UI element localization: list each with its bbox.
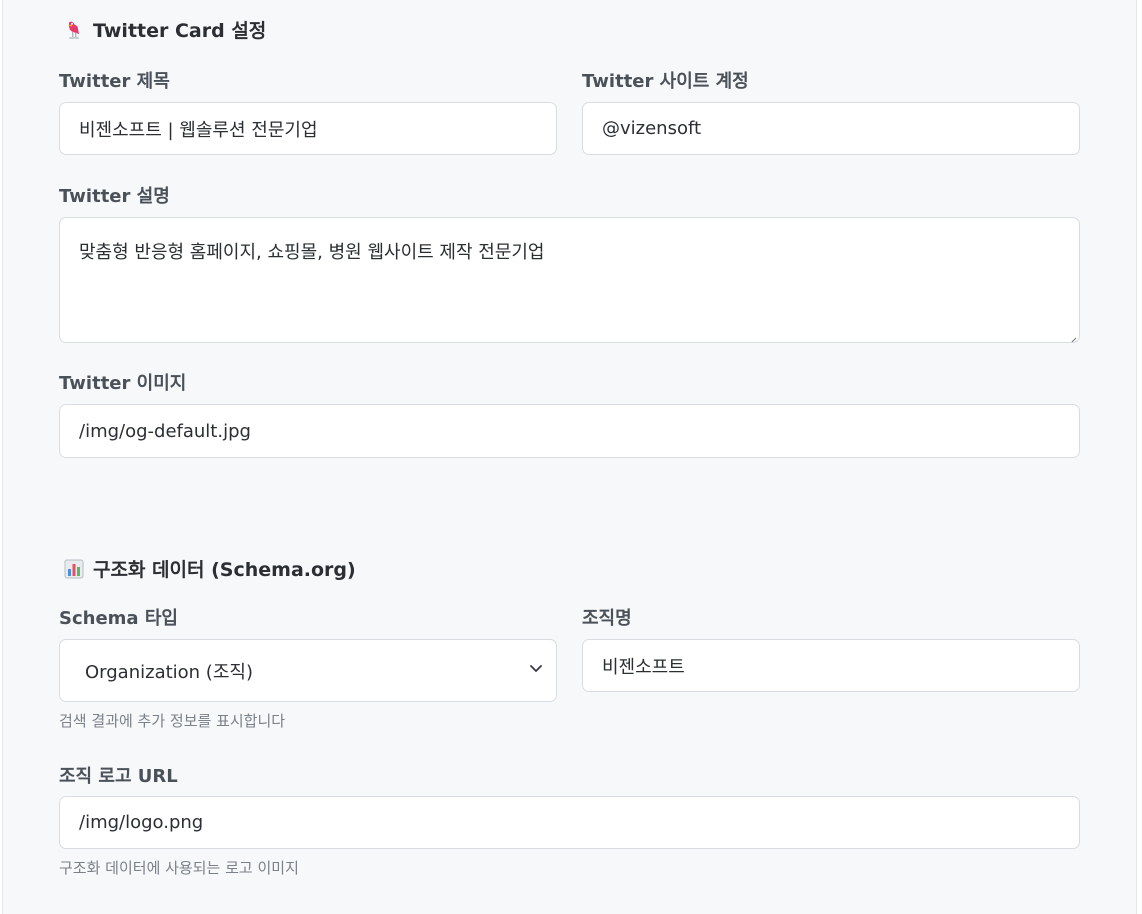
schema-type-value: Organization (조직): [85, 661, 253, 683]
logo-url-label: 조직 로고 URL: [59, 766, 178, 787]
org-name-label: 조직명: [582, 608, 632, 629]
twitter-description-text: 맞춤형 반응형 홈페이지, 쇼핑몰, 병원 웹사이트 제작 전문기업: [79, 242, 545, 263]
twitter-image-input[interactable]: /img/og-default.jpg: [59, 404, 1080, 458]
logo-url-input[interactable]: /img/logo.png: [59, 796, 1080, 849]
bar-chart-icon: [63, 558, 85, 580]
twitter-title-label: Twitter 제목: [59, 71, 170, 92]
logo-url-help: 구조화 데이터에 사용되는 로고 이미지: [59, 859, 299, 877]
bird-icon: [63, 19, 85, 41]
twitter-site-label: Twitter 사이트 계정: [582, 71, 749, 92]
twitter-description-label: Twitter 설명: [59, 186, 170, 207]
schema-type-label: Schema 타입: [59, 608, 178, 629]
twitter-description-textarea[interactable]: 맞춤형 반응형 홈페이지, 쇼핑몰, 병원 웹사이트 제작 전문기업: [59, 217, 1080, 343]
settings-panel: Twitter Card 설정 Twitter 제목 비젠소프트 | 웹솔루션 …: [2, 0, 1137, 914]
schema-type-select[interactable]: Organization (조직): [59, 639, 557, 702]
twitter-image-label: Twitter 이미지: [59, 373, 187, 394]
twitter-title-input[interactable]: 비젠소프트 | 웹솔루션 전문기업: [59, 102, 557, 155]
chevron-down-icon: [528, 660, 544, 681]
schema-section-title: 구조화 데이터 (Schema.org): [63, 555, 356, 582]
twitter-site-input[interactable]: @vizensoft: [582, 102, 1080, 155]
resize-handle-icon[interactable]: [1067, 330, 1077, 342]
schema-type-help: 검색 결과에 추가 정보를 표시합니다: [59, 712, 286, 730]
schema-section-title-text: 구조화 데이터 (Schema.org): [93, 559, 356, 581]
twitter-section-title-text: Twitter Card 설정: [93, 20, 267, 42]
org-name-input[interactable]: 비젠소프트: [582, 639, 1080, 692]
twitter-section-title: Twitter Card 설정: [63, 16, 266, 43]
